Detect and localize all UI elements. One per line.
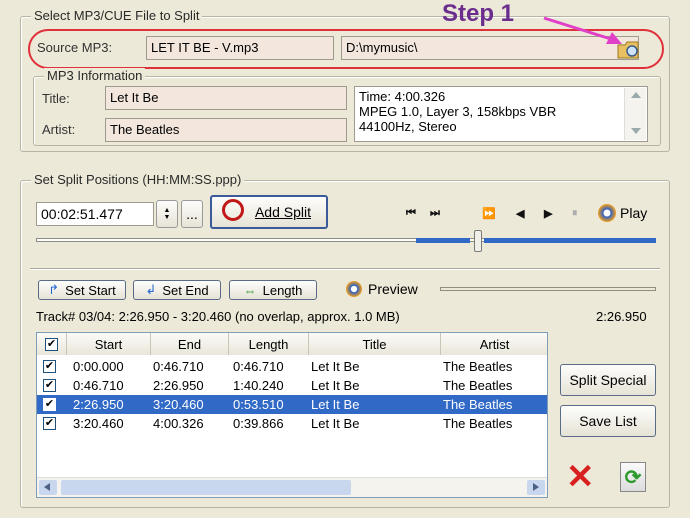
cell-artist: The Beatles <box>443 416 513 431</box>
spin-up-icon[interactable]: ▲ <box>164 207 171 214</box>
cell-start: 0:46.710 <box>73 378 124 393</box>
header-check[interactable]: ✔ <box>37 333 67 355</box>
table-row[interactable]: ✔ 0:46.710 2:26.950 1:40.240 Let It Be T… <box>37 376 547 395</box>
cell-title: Let It Be <box>311 378 360 393</box>
cell-artist: The Beatles <box>443 397 513 412</box>
split-special-button[interactable]: Split Special <box>560 364 656 396</box>
row-checkbox[interactable]: ✔ <box>43 398 56 411</box>
split-table: ✔ Start End Length Title Artist ✔ 0:00.0… <box>36 332 548 498</box>
spin-down-icon[interactable]: ▼ <box>164 214 171 221</box>
artist-field[interactable]: The Beatles <box>105 118 347 142</box>
step-back-icon[interactable]: ◀ <box>516 207 524 220</box>
split-group-title: Set Split Positions (HH:MM:SS.ppp) <box>31 172 245 187</box>
cell-start: 2:26.950 <box>73 397 124 412</box>
preview-button[interactable]: Preview <box>346 281 418 297</box>
length-label: Length <box>262 282 303 298</box>
time-spinner[interactable]: ▲ ▼ <box>156 200 178 228</box>
cell-title: Let It Be <box>311 359 360 374</box>
cell-end: 2:26.950 <box>153 378 204 393</box>
header-end[interactable]: End <box>151 333 229 355</box>
play-label: Play <box>620 205 648 221</box>
add-split-button[interactable]: Add Split <box>210 195 328 229</box>
table-row[interactable]: ✔ 3:20.460 4:00.326 0:39.866 Let It Be T… <box>37 414 547 433</box>
set-end-icon: ↲ <box>145 282 157 297</box>
artist-label: Artist: <box>42 122 76 137</box>
cell-start: 0:00.000 <box>73 359 124 374</box>
save-list-button[interactable]: Save List <box>560 405 656 437</box>
source-group-title: Select MP3/CUE File to Split <box>31 8 203 23</box>
scroll-up-icon[interactable] <box>631 92 641 98</box>
source-label: Source MP3: <box>37 40 113 55</box>
cell-end: 3:20.460 <box>153 397 204 412</box>
length-button[interactable]: ⇔ Length <box>229 280 317 300</box>
preview-disc-icon <box>346 281 362 297</box>
cell-start: 3:20.460 <box>73 416 124 431</box>
set-end-button[interactable]: ↲ Set End <box>133 280 221 300</box>
browse-folder-icon[interactable] <box>616 38 642 62</box>
header-title[interactable]: Title <box>309 333 441 355</box>
details-line: Time: 4:00.326 <box>359 89 446 104</box>
set-end-label: Set End <box>162 282 209 298</box>
skip-end-icon[interactable]: ⏭ <box>430 207 440 220</box>
preview-label: Preview <box>368 281 418 297</box>
cell-length: 0:46.710 <box>233 359 284 374</box>
cell-title: Let It Be <box>311 397 360 412</box>
cell-artist: The Beatles <box>443 359 513 374</box>
add-split-icon <box>222 199 244 221</box>
details-line: 44100Hz, Stereo <box>359 119 457 134</box>
cell-length: 0:39.866 <box>233 416 284 431</box>
source-filename-field[interactable]: LET IT BE - V.mp3 <box>146 36 334 60</box>
row-checkbox[interactable]: ✔ <box>43 379 56 392</box>
title-label: Title: <box>42 91 70 106</box>
title-field[interactable]: Let It Be <box>105 86 347 110</box>
step-label: Step 1 <box>442 0 515 27</box>
slider-selection <box>416 238 470 243</box>
cell-artist: The Beatles <box>443 378 513 393</box>
table-row[interactable]: ✔ 0:00.000 0:46.710 0:46.710 Let It Be T… <box>37 357 547 376</box>
time-input[interactable]: 00:02:51.477 <box>36 202 154 226</box>
cell-length: 1:40.240 <box>233 378 284 393</box>
divider <box>30 268 660 270</box>
refresh-icon[interactable]: ⟳ <box>620 462 646 492</box>
add-split-label: Add Split <box>254 204 312 220</box>
delete-icon[interactable]: ✕ <box>566 460 595 494</box>
slider-thumb[interactable] <box>474 230 482 252</box>
details-line: MPEG 1.0, Layer 3, 158kbps VBR <box>359 104 557 119</box>
play-icon-small[interactable]: ▶ <box>544 207 552 220</box>
length-icon: ⇔ <box>243 282 257 298</box>
header-length[interactable]: Length <box>229 333 309 355</box>
scroll-down-icon[interactable] <box>631 128 641 134</box>
set-start-button[interactable]: ↱ Set Start <box>38 280 126 300</box>
cell-length: 0:53.510 <box>233 397 284 412</box>
play-disc-icon <box>598 204 616 222</box>
row-checkbox[interactable]: ✔ <box>43 360 56 373</box>
preview-slider[interactable] <box>440 287 656 291</box>
pause-icon[interactable]: ⏸ <box>572 207 578 220</box>
browse-time-button[interactable]: ... <box>181 200 203 228</box>
table-row-selected[interactable]: ✔ 2:26.950 3:20.460 0:53.510 Let It Be T… <box>37 395 547 414</box>
fast-forward-icon[interactable]: ⏩ <box>482 207 496 220</box>
details-scrollbar[interactable] <box>624 88 646 140</box>
cell-end: 4:00.326 <box>153 416 204 431</box>
header-checkbox[interactable]: ✔ <box>45 337 58 351</box>
header-artist[interactable]: Artist <box>441 333 547 355</box>
info-group-title: MP3 Information <box>44 68 146 83</box>
table-hscrollbar[interactable] <box>37 477 547 497</box>
scroll-thumb[interactable] <box>61 480 351 495</box>
slider-selection <box>484 238 656 243</box>
row-checkbox[interactable]: ✔ <box>43 417 56 430</box>
cell-end: 0:46.710 <box>153 359 204 374</box>
scroll-left-icon[interactable] <box>39 480 57 495</box>
skip-start-icon[interactable]: ⏮ <box>406 207 416 220</box>
scroll-right-icon[interactable] <box>527 480 545 495</box>
header-start[interactable]: Start <box>67 333 151 355</box>
track-info: Track# 03/04: 2:26.950 - 3:20.460 (no ov… <box>36 309 400 324</box>
mp3-details-box: Time: 4:00.326 MPEG 1.0, Layer 3, 158kbp… <box>354 86 648 142</box>
set-start-label: Set Start <box>65 282 116 298</box>
cell-title: Let It Be <box>311 416 360 431</box>
set-start-icon: ↱ <box>48 282 60 297</box>
track-length: 2:26.950 <box>596 309 647 324</box>
play-button[interactable]: Play <box>598 204 647 222</box>
